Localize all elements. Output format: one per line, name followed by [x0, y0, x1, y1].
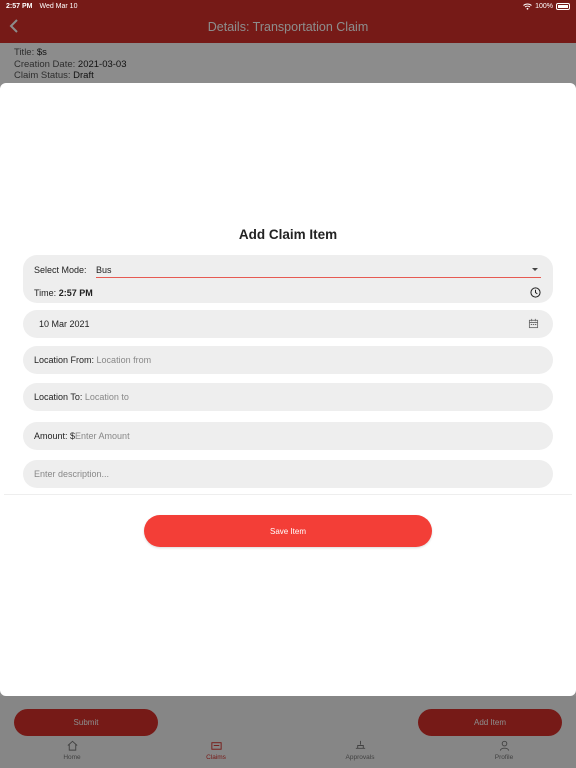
calendar-icon[interactable]	[528, 318, 539, 329]
status-date: Wed Mar 10	[39, 2, 78, 10]
divider	[4, 494, 572, 495]
location-to-placeholder: Location to	[84, 392, 129, 402]
status-time: 2:57 PM	[6, 2, 33, 10]
select-mode-label: Select Mode:	[34, 265, 87, 275]
amount-label: Amount: $	[34, 431, 76, 441]
time-field[interactable]: Time: 2:57 PM	[34, 288, 93, 298]
battery-percent: 100%	[535, 2, 553, 10]
status-right: 100%	[523, 2, 570, 10]
time-label: Time:	[34, 288, 57, 298]
amount-placeholder: Enter Amount	[75, 431, 130, 441]
date-field[interactable]: 10 Mar 2021	[23, 310, 553, 338]
location-from-label: Location From:	[34, 355, 95, 365]
time-value: 2:57 PM	[58, 288, 93, 298]
description-placeholder: Enter description...	[34, 469, 110, 479]
wifi-icon	[523, 3, 532, 10]
save-item-button[interactable]: Save Item	[144, 515, 432, 547]
location-from-placeholder: Location from	[96, 355, 152, 365]
battery-icon	[556, 2, 570, 10]
location-from-field[interactable]: Location From: Location from	[23, 346, 553, 374]
description-field[interactable]: Enter description...	[23, 460, 553, 488]
status-bar: 2:57 PM Wed Mar 10 100%	[0, 0, 576, 12]
modal-title: Add Claim Item	[238, 227, 338, 242]
add-claim-item-modal: Add Claim Item Select Mode: Bus Time: 2:…	[0, 83, 576, 696]
mode-value: Bus	[96, 265, 112, 275]
mode-time-card: Select Mode: Bus Time: 2:57 PM	[23, 255, 553, 303]
date-value: 10 Mar 2021	[39, 319, 90, 329]
clock-icon[interactable]	[530, 287, 541, 298]
amount-field[interactable]: Amount: $ Enter Amount	[23, 422, 553, 450]
location-to-field[interactable]: Location To: Location to	[23, 383, 553, 411]
location-to-label: Location To:	[34, 392, 83, 402]
mode-select[interactable]: Bus	[96, 261, 541, 278]
caret-down-icon	[532, 268, 538, 271]
